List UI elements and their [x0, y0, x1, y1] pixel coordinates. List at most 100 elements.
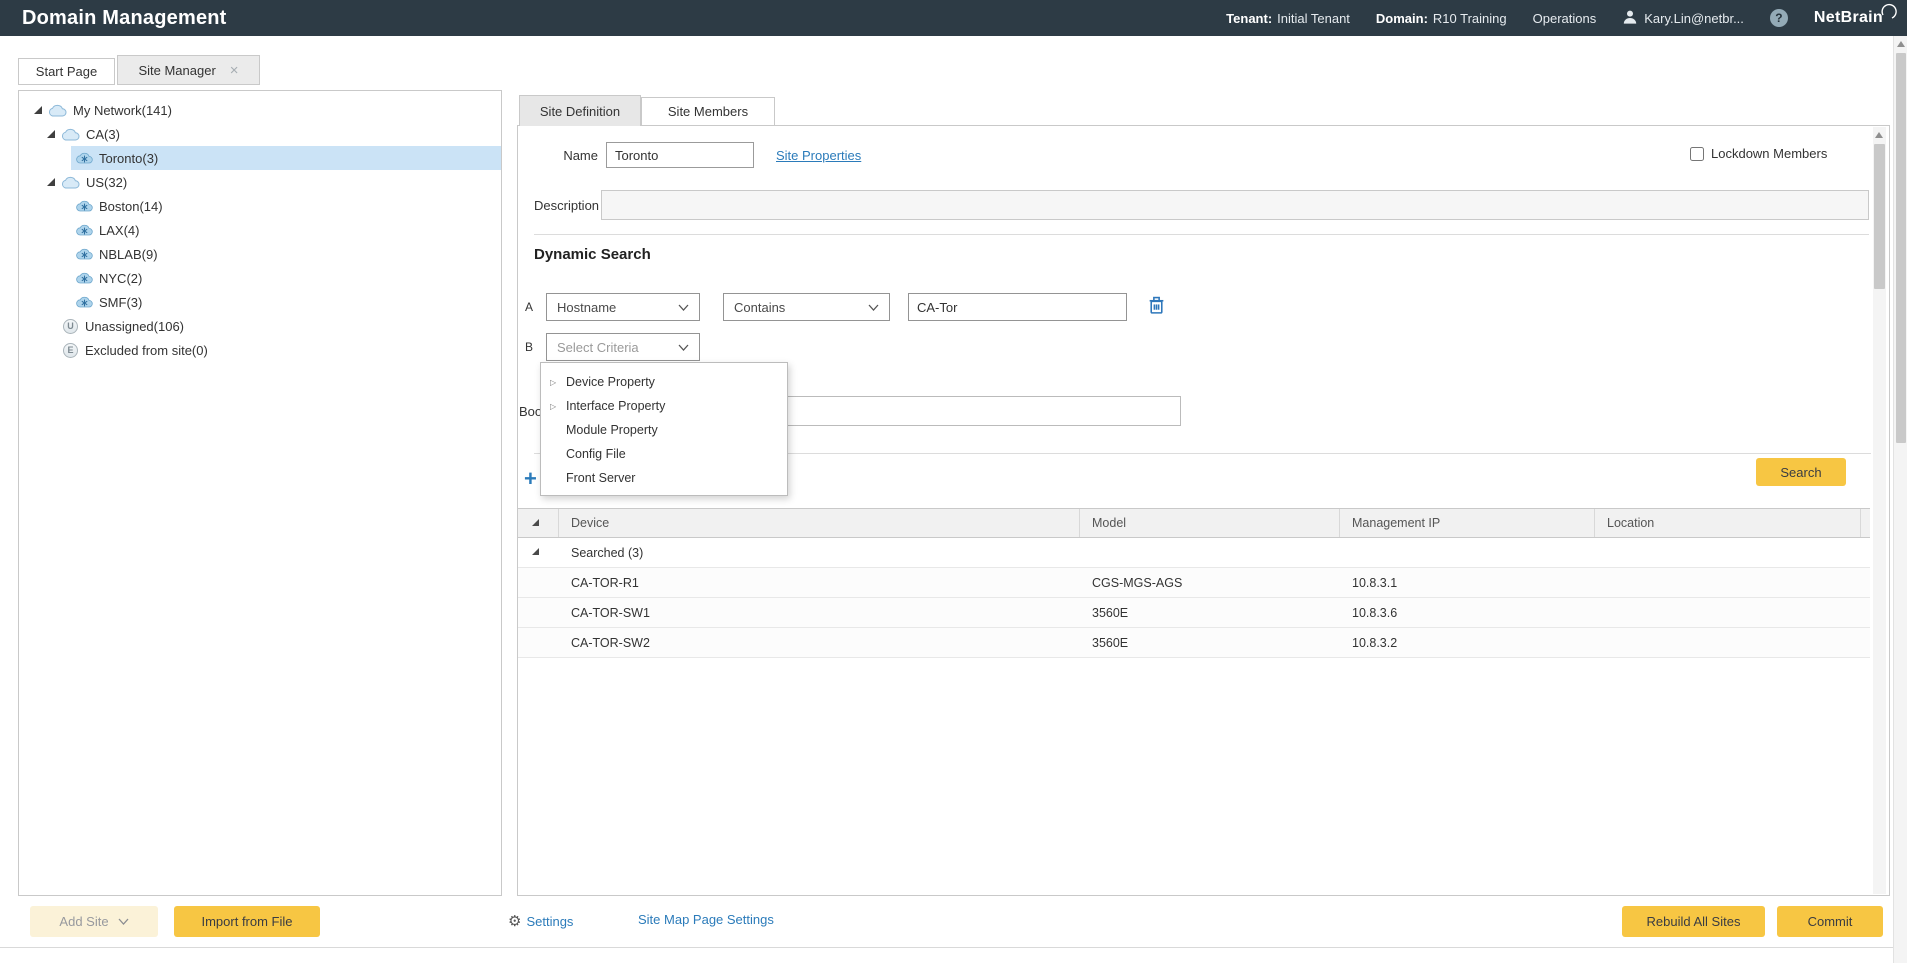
criteria-a-operator-select[interactable]: Contains [723, 293, 890, 321]
collapse-all-icon[interactable] [518, 509, 559, 537]
lockdown-members-checkbox[interactable] [1690, 147, 1704, 161]
add-site-button[interactable]: Add Site [30, 906, 158, 937]
add-criteria-icon[interactable]: + [524, 466, 537, 492]
tree-item-smf[interactable]: SMF(3) [19, 290, 501, 314]
tab-site-definition-label: Site Definition [540, 104, 620, 119]
menu-item-label: Device Property [566, 375, 655, 389]
table-group-row[interactable]: Searched (3) [518, 538, 1870, 568]
domain-label: Domain: [1376, 11, 1428, 26]
cell-device: CA-TOR-SW2 [559, 636, 1080, 650]
column-header-management-ip[interactable]: Management IP [1340, 509, 1595, 537]
panel-scrollbar[interactable] [1873, 127, 1886, 894]
tree-item-nblab[interactable]: NBLAB(9) [19, 242, 501, 266]
tab-site-manager[interactable]: Site Manager × [117, 55, 260, 85]
criteria-a-operator-value: Contains [734, 300, 785, 315]
description-label: Description [534, 198, 599, 213]
expand-icon[interactable] [46, 177, 56, 187]
cell-management-ip: 10.8.3.2 [1340, 636, 1595, 650]
menu-item-label: Interface Property [566, 399, 665, 413]
excluded-icon: E [63, 343, 78, 358]
tree-item-unassigned[interactable]: U Unassigned(106) [19, 314, 501, 338]
expand-icon[interactable] [33, 105, 43, 115]
settings-link[interactable]: ⚙ Settings [508, 912, 573, 930]
tree-item-label: Boston(14) [99, 199, 163, 214]
page-scrollbar-thumb[interactable] [1896, 53, 1906, 443]
tree-item-label: US(32) [86, 175, 127, 190]
section-divider [534, 234, 1869, 235]
gear-icon: ⚙ [508, 912, 521, 930]
domain-info[interactable]: Domain:R10 Training [1376, 11, 1507, 26]
menu-item-interface-property[interactable]: ▷ Interface Property [541, 394, 787, 418]
collapse-group-icon[interactable] [518, 546, 559, 560]
commit-button[interactable]: Commit [1777, 906, 1883, 937]
page-scrollbar[interactable] [1893, 36, 1907, 963]
site-map-page-settings-link[interactable]: Site Map Page Settings [638, 912, 774, 927]
tree-item-boston[interactable]: Boston(14) [19, 194, 501, 218]
tab-site-definition[interactable]: Site Definition [519, 95, 641, 126]
menu-item-label: Config File [566, 447, 626, 461]
tab-start-page[interactable]: Start Page [18, 58, 115, 85]
rebuild-all-sites-button[interactable]: Rebuild All Sites [1622, 906, 1765, 937]
criteria-b-placeholder: Select Criteria [557, 340, 639, 355]
menu-item-module-property[interactable]: Module Property [541, 418, 787, 442]
settings-label: Settings [526, 914, 573, 929]
table-row[interactable]: CA-TOR-SW1 3560E 10.8.3.6 [518, 598, 1870, 628]
tree-item-lax[interactable]: LAX(4) [19, 218, 501, 242]
criteria-b-field-select[interactable]: Select Criteria [546, 333, 700, 361]
tenant-info: Tenant:Initial Tenant [1226, 11, 1350, 26]
description-input[interactable] [601, 190, 1869, 220]
help-icon[interactable]: ? [1770, 9, 1788, 27]
tree-item-toronto-selected[interactable]: Toronto(3) [19, 146, 501, 170]
tree-item-ca[interactable]: CA(3) [19, 122, 501, 146]
site-definition-panel: Name Site Properties Lockdown Members De… [517, 125, 1890, 896]
column-header-location[interactable]: Location [1595, 509, 1861, 537]
column-header-model[interactable]: Model [1080, 509, 1340, 537]
criteria-a-field-select[interactable]: Hostname [546, 293, 700, 321]
scroll-up-icon[interactable] [1875, 132, 1883, 138]
site-properties-link[interactable]: Site Properties [776, 148, 861, 163]
netbrain-logo: NetBrain [1814, 9, 1897, 27]
criteria-a-value-input[interactable] [908, 293, 1127, 321]
tree-item-my-network[interactable]: My Network(141) [19, 98, 501, 122]
import-from-file-button[interactable]: Import from File [174, 906, 320, 937]
expand-icon[interactable] [46, 129, 56, 139]
site-icon [76, 200, 93, 212]
dynamic-search-title: Dynamic Search [534, 246, 651, 263]
menu-item-front-server[interactable]: Front Server [541, 466, 787, 490]
tree-item-nyc[interactable]: NYC(2) [19, 266, 501, 290]
tenant-label: Tenant: [1226, 11, 1272, 26]
cell-device: CA-TOR-R1 [559, 576, 1080, 590]
tree-item-excluded[interactable]: E Excluded from site(0) [19, 338, 501, 362]
user-name: Kary.Lin@netbr... [1644, 11, 1744, 26]
tree-item-label: SMF(3) [99, 295, 142, 310]
table-row[interactable]: CA-TOR-SW2 3560E 10.8.3.2 [518, 628, 1870, 658]
menu-item-device-property[interactable]: ▷ Device Property [541, 370, 787, 394]
cloud-icon [61, 176, 80, 189]
menu-item-label: Front Server [566, 471, 635, 485]
tree-item-label: LAX(4) [99, 223, 139, 238]
site-icon [76, 296, 93, 308]
menu-item-config-file[interactable]: Config File [541, 442, 787, 466]
table-row[interactable]: CA-TOR-R1 CGS-MGS-AGS 10.8.3.1 [518, 568, 1870, 598]
column-header-device[interactable]: Device [559, 509, 1080, 537]
select-criteria-dropdown-menu: ▷ Device Property ▷ Interface Property M… [540, 362, 788, 496]
tab-site-members[interactable]: Site Members [641, 97, 775, 126]
site-icon [76, 224, 93, 236]
cell-model: 3560E [1080, 606, 1340, 620]
tree-item-us[interactable]: US(32) [19, 170, 501, 194]
delete-criteria-icon[interactable] [1148, 296, 1165, 320]
expand-right-icon[interactable]: ▷ [550, 378, 566, 387]
close-tab-icon[interactable]: × [230, 63, 239, 78]
site-icon [76, 152, 93, 164]
operations-menu[interactable]: Operations [1533, 11, 1597, 26]
panel-scrollbar-thumb[interactable] [1874, 144, 1885, 289]
user-menu[interactable]: Kary.Lin@netbr... [1622, 9, 1744, 28]
site-name-input[interactable] [606, 142, 754, 168]
search-button[interactable]: Search [1756, 458, 1846, 486]
criteria-a-field-value: Hostname [557, 300, 616, 315]
scroll-up-icon[interactable] [1897, 41, 1905, 47]
unassigned-icon: U [63, 319, 78, 334]
tab-site-manager-label: Site Manager [138, 63, 215, 78]
expand-right-icon[interactable]: ▷ [550, 402, 566, 411]
chevron-down-icon [868, 304, 879, 311]
